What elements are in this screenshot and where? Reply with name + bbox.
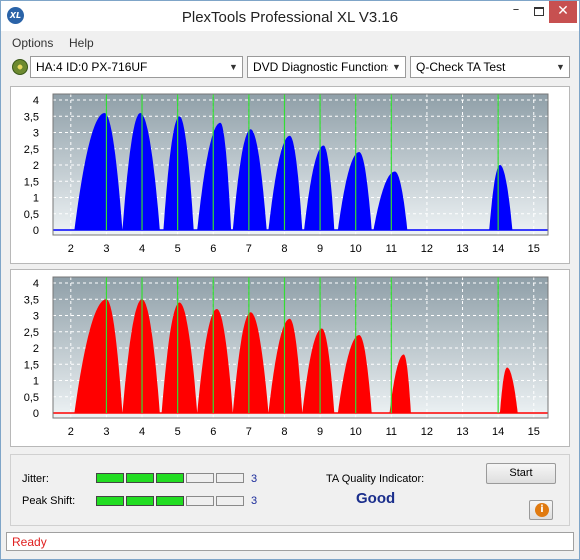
chevron-down-icon: ▼ xyxy=(552,57,569,77)
info-button[interactable]: i xyxy=(529,500,553,520)
x-tick-label: 12 xyxy=(421,426,433,438)
y-tick-label: 0 xyxy=(33,408,39,420)
x-tick-label: 10 xyxy=(350,426,362,438)
jitter-led xyxy=(186,473,214,483)
app-window: XL PlexTools Professional XL V3.16 – ✕ O… xyxy=(0,0,580,560)
y-tick-label: 2,5 xyxy=(24,327,39,339)
x-tick-label: 11 xyxy=(386,243,397,255)
toolbar: HA:4 ID:0 PX-716UF ▼ DVD Diagnostic Func… xyxy=(2,53,578,81)
function-select[interactable]: DVD Diagnostic Functions ▼ xyxy=(247,56,406,78)
start-button[interactable]: Start xyxy=(486,463,556,484)
jitter-led xyxy=(96,473,124,483)
chevron-down-icon: ▼ xyxy=(388,57,405,77)
x-tick-label: 6 xyxy=(210,426,216,438)
x-tick-label: 15 xyxy=(528,243,540,255)
peak-shift-led xyxy=(126,496,154,506)
menu-options[interactable]: Options xyxy=(12,36,53,50)
peak-shift-led xyxy=(96,496,124,506)
y-tick-label: 0,5 xyxy=(24,392,39,404)
ta-quality-value: Good xyxy=(356,490,396,507)
close-button[interactable]: ✕ xyxy=(549,1,577,23)
x-tick-label: 7 xyxy=(246,426,252,438)
y-tick-label: 0,5 xyxy=(24,209,39,221)
x-tick-label: 9 xyxy=(317,426,323,438)
title-bar[interactable]: XL PlexTools Professional XL V3.16 – ✕ xyxy=(1,1,579,31)
jitter-led xyxy=(216,473,244,483)
jitter-value: 3 xyxy=(251,473,258,485)
y-tick-label: 3 xyxy=(33,128,39,140)
jitter-label: Jitter: xyxy=(22,473,49,485)
maximize-icon xyxy=(534,7,544,16)
jitter-led xyxy=(126,473,154,483)
jitter-chart-panel: 0 0,5 1 1,5 2 2,5 3 3,5 4 2 3 4 5 6 7 8 9 10 11 12 13 14 15 xyxy=(10,86,570,264)
peak-shift-value: 3 xyxy=(251,495,258,507)
info-icon: i xyxy=(535,503,549,517)
x-tick-label: 4 xyxy=(139,243,145,255)
x-tick-label: 15 xyxy=(528,426,540,438)
x-tick-label: 14 xyxy=(492,243,504,255)
status-text: Ready xyxy=(12,535,47,549)
drive-select[interactable]: HA:4 ID:0 PX-716UF ▼ xyxy=(30,56,243,78)
y-tick-label: 3 xyxy=(33,311,39,323)
x-tick-label: 12 xyxy=(421,243,433,255)
y-tick-label: 2 xyxy=(33,160,39,172)
menu-bar: Options Help xyxy=(2,32,578,52)
ta-quality-label: TA Quality Indicator: xyxy=(326,473,425,485)
peak-shift-led xyxy=(186,496,214,506)
x-tick-label: 11 xyxy=(386,426,397,438)
y-tick-label: 2 xyxy=(33,343,39,355)
window-title: PlexTools Professional XL V3.16 xyxy=(181,9,399,26)
peak-shift-chart-panel: 0 0,5 1 1,5 2 2,5 3 3,5 4 2 3 4 5 6 7 8 9 10 11 12 13 14 15 xyxy=(10,269,570,447)
y-tick-label: 3,5 xyxy=(24,111,39,123)
x-tick-label: 2 xyxy=(68,426,74,438)
peak-shift-label: Peak Shift: xyxy=(22,495,76,507)
y-tick-label: 1,5 xyxy=(24,176,39,188)
minimize-button[interactable]: – xyxy=(503,1,529,23)
test-select[interactable]: Q-Check TA Test ▼ xyxy=(410,56,570,78)
x-tick-label: 3 xyxy=(103,243,109,255)
x-tick-label: 2 xyxy=(68,243,74,255)
status-bar: Ready xyxy=(6,532,574,551)
x-tick-label: 4 xyxy=(139,426,145,438)
x-tick-label: 6 xyxy=(210,243,216,255)
x-tick-label: 10 xyxy=(350,243,362,255)
jitter-meter xyxy=(96,473,246,485)
x-tick-label: 5 xyxy=(175,243,181,255)
disc-drive-icon xyxy=(12,59,28,75)
x-tick-label: 5 xyxy=(175,426,181,438)
maximize-button[interactable] xyxy=(529,1,549,23)
peak-shift-chart: 0 0,5 1 1,5 2 2,5 3 3,5 4 2 3 4 5 6 7 8 9 10 11 12 13 14 15 xyxy=(24,276,549,438)
y-tick-label: 1 xyxy=(33,193,39,205)
y-tick-label: 1,5 xyxy=(24,359,39,371)
y-tick-label: 3,5 xyxy=(24,294,39,306)
x-tick-label: 7 xyxy=(246,243,252,255)
x-tick-label: 13 xyxy=(456,243,468,255)
peak-shift-led xyxy=(216,496,244,506)
x-tick-label: 9 xyxy=(317,243,323,255)
x-tick-label: 13 xyxy=(456,426,468,438)
chevron-down-icon: ▼ xyxy=(225,57,242,77)
test-select-value: Q-Check TA Test xyxy=(416,60,506,74)
y-tick-label: 4 xyxy=(33,278,39,290)
x-tick-label: 8 xyxy=(281,243,287,255)
y-tick-label: 1 xyxy=(33,376,39,388)
function-select-value: DVD Diagnostic Functions xyxy=(253,60,394,74)
x-tick-label: 8 xyxy=(281,426,287,438)
jitter-chart: 0 0,5 1 1,5 2 2,5 3 3,5 4 2 3 4 5 6 7 8 9 10 11 12 13 14 15 xyxy=(24,93,549,255)
y-tick-label: 4 xyxy=(33,95,39,107)
drive-select-value: HA:4 ID:0 PX-716UF xyxy=(36,60,148,74)
jitter-led xyxy=(156,473,184,483)
peak-shift-meter xyxy=(96,496,246,508)
x-tick-label: 3 xyxy=(103,426,109,438)
menu-help[interactable]: Help xyxy=(69,36,94,50)
peak-shift-led xyxy=(156,496,184,506)
y-tick-label: 0 xyxy=(33,225,39,237)
x-tick-label: 14 xyxy=(492,426,504,438)
y-tick-label: 2,5 xyxy=(24,144,39,156)
